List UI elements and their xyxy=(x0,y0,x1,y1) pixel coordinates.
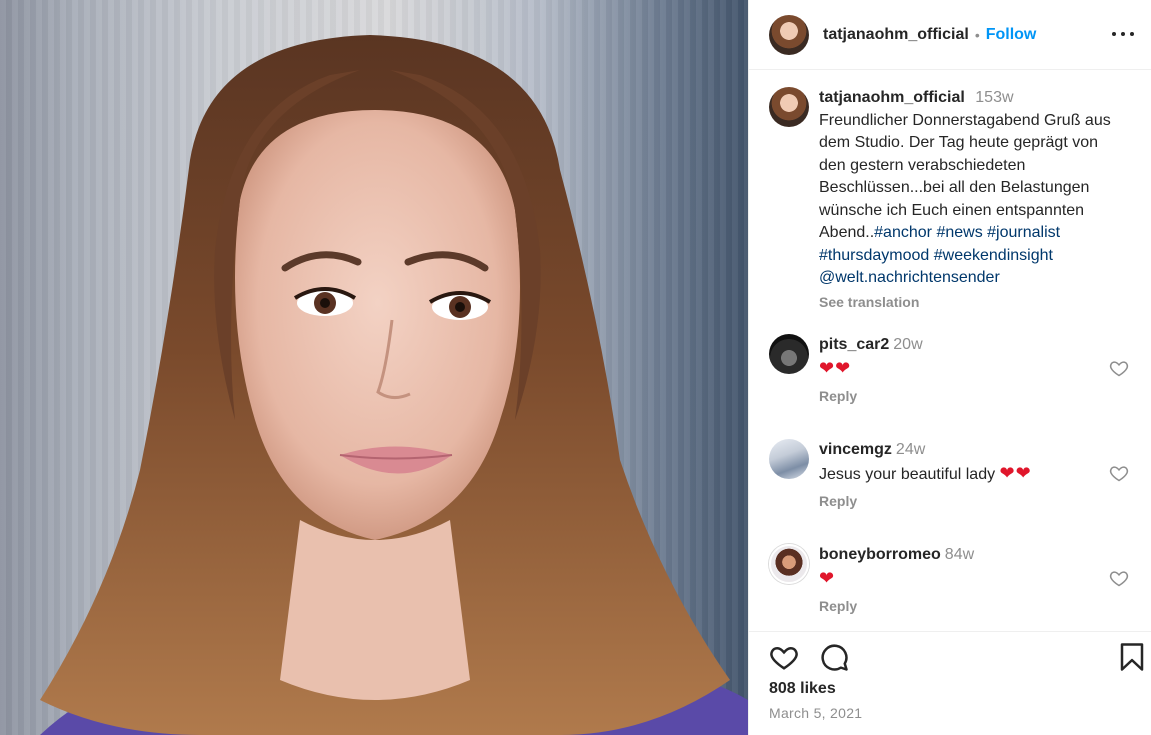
commenter-username[interactable]: pits_car2 xyxy=(819,336,889,353)
heart-icon[interactable] xyxy=(769,642,799,672)
reply-button[interactable]: Reply xyxy=(819,493,857,509)
comment-icon[interactable] xyxy=(819,642,849,672)
hashtag-link[interactable]: #weekendinsight xyxy=(934,247,1053,264)
comments-section[interactable]: tatjanaohm_official 153w Freundlicher Do… xyxy=(749,71,1151,631)
comment-text: ❤❤ xyxy=(819,357,852,378)
comment-text: Jesus your beautiful lady xyxy=(819,465,1000,483)
comment-item: pits_car2 20w ❤❤ Reply xyxy=(769,334,1139,424)
comment-emoji: ❤❤ xyxy=(999,462,1032,483)
commenter-avatar[interactable] xyxy=(769,544,809,584)
comment-like-heart-icon[interactable] xyxy=(1109,568,1129,588)
comment-timestamp[interactable]: 84w xyxy=(945,546,974,563)
mention-link[interactable]: @welt.nachrichtensender xyxy=(819,269,1000,286)
see-translation-button[interactable]: See translation xyxy=(819,291,1129,314)
caption-username[interactable]: tatjanaohm_official xyxy=(819,89,965,106)
comment-timestamp[interactable]: 20w xyxy=(893,336,922,353)
hashtag-link[interactable]: #news xyxy=(936,224,982,241)
more-options-icon[interactable] xyxy=(1112,22,1134,46)
bookmark-icon[interactable] xyxy=(1117,642,1147,672)
comment-timestamp[interactable]: 24w xyxy=(896,441,925,458)
post-header: tatjanaohm_official • Follow xyxy=(749,0,1151,70)
caption-avatar[interactable] xyxy=(769,87,809,127)
like-count[interactable]: 808 likes xyxy=(769,680,836,698)
comment-text: ❤ xyxy=(819,567,836,588)
reply-button[interactable]: Reply xyxy=(819,388,857,404)
author-username[interactable]: tatjanaohm_official xyxy=(823,26,969,44)
post-caption: tatjanaohm_official 153w Freundlicher Do… xyxy=(769,87,1139,313)
neck-shape xyxy=(280,520,470,700)
portrait-illustration xyxy=(40,35,748,735)
hashtag-link[interactable]: #thursdaymood xyxy=(819,247,929,264)
post-actions: 808 likes March 5, 2021 xyxy=(749,631,1151,735)
comment-item: boneyborromeo 84w ❤ Reply xyxy=(769,544,1139,631)
post-sidebar: tatjanaohm_official • Follow tatjanaohm_… xyxy=(748,0,1151,735)
hashtag-link[interactable]: #journalist xyxy=(987,224,1060,241)
comment-like-heart-icon[interactable] xyxy=(1109,463,1129,483)
separator-dot: • xyxy=(974,26,980,43)
hashtag-link[interactable]: #anchor xyxy=(874,224,932,241)
follow-button[interactable]: Follow xyxy=(986,26,1037,44)
commenter-username[interactable]: boneyborromeo xyxy=(819,546,941,563)
reply-button[interactable]: Reply xyxy=(819,598,857,614)
caption-text: Freundlicher Donnerstagabend Gruß aus de… xyxy=(819,111,1111,242)
commenter-username[interactable]: vincemgz xyxy=(819,441,892,458)
comment-like-heart-icon[interactable] xyxy=(1109,358,1129,378)
post-photo[interactable] xyxy=(0,0,748,735)
author-avatar[interactable] xyxy=(769,14,809,55)
caption-timestamp[interactable]: 153w xyxy=(975,89,1013,106)
commenter-avatar[interactable] xyxy=(769,334,809,374)
post-date[interactable]: March 5, 2021 xyxy=(769,705,862,721)
commenter-avatar[interactable] xyxy=(769,439,809,479)
comment-item: vincemgz 24w Jesus your beautiful lady ❤❤… xyxy=(769,439,1139,529)
